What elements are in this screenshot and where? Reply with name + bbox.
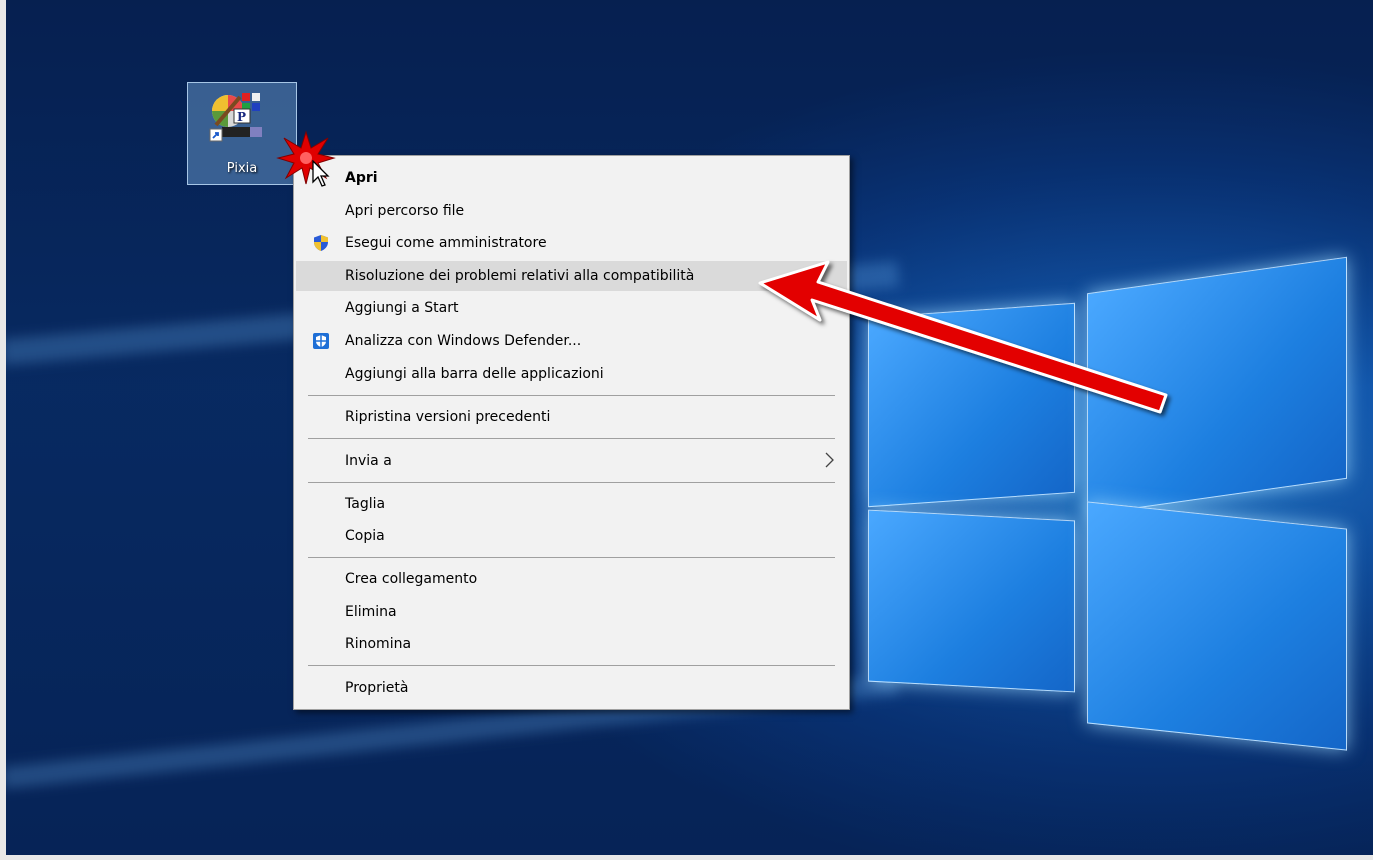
logo-pane-bottom-left: [868, 509, 1075, 693]
menu-item-crea-collegamento[interactable]: Crea collegamento: [296, 564, 847, 594]
logo-pane-bottom-right: [1087, 501, 1347, 751]
menu-item-label: Esegui come amministratore: [345, 235, 547, 251]
menu-item-label: Aggiungi a Start: [345, 300, 459, 316]
menu-item-aggiungi-barra-applicazioni[interactable]: Aggiungi alla barra delle applicazioni: [296, 359, 847, 389]
menu-item-label: Aggiungi alla barra delle applicazioni: [345, 366, 604, 382]
mouse-cursor-icon: [312, 160, 330, 187]
menu-item-label: Crea collegamento: [345, 571, 478, 587]
menu-item-invia-a[interactable]: Invia a: [296, 446, 847, 476]
pixia-app-icon: P: [209, 93, 262, 142]
menu-separator: [308, 665, 835, 666]
context-menu: Apri Apri percorso file Esegui come ammi…: [293, 155, 850, 710]
menu-item-label: Apri: [345, 170, 378, 186]
menu-item-label: Proprietà: [345, 680, 409, 696]
menu-item-taglia[interactable]: Taglia: [296, 489, 847, 519]
menu-item-ripristina-versioni-precedenti[interactable]: Ripristina versioni precedenti: [296, 402, 847, 432]
menu-item-label: Apri percorso file: [345, 203, 465, 219]
menu-separator: [308, 395, 835, 396]
menu-item-label: Analizza con Windows Defender...: [345, 333, 582, 349]
desktop-screen: P Pixia Apri Apri percorso file Esegui c…: [0, 0, 1373, 860]
uac-shield-icon: [314, 235, 328, 251]
menu-separator: [308, 482, 835, 483]
menu-item-esegui-come-amministratore[interactable]: Esegui come amministratore: [296, 228, 847, 258]
menu-item-risoluzione-compatibilita[interactable]: Risoluzione dei problemi relativi alla c…: [296, 261, 847, 291]
logo-pane-top-left: [868, 302, 1075, 508]
chevron-right-icon: [825, 452, 834, 468]
menu-item-apri-percorso-file[interactable]: Apri percorso file: [296, 196, 847, 226]
menu-item-label: Risoluzione dei problemi relativi alla c…: [345, 268, 695, 284]
menu-item-copia[interactable]: Copia: [296, 521, 847, 551]
screen-frame: [0, 855, 1373, 860]
menu-item-label: Invia a: [345, 453, 392, 469]
menu-item-analizza-windows-defender[interactable]: Analizza con Windows Defender...: [296, 326, 847, 356]
logo-pane-top-right: [1087, 256, 1347, 516]
menu-item-label: Taglia: [345, 496, 386, 512]
menu-item-label: Ripristina versioni precedenti: [345, 409, 551, 425]
svg-text:P: P: [237, 110, 246, 124]
windows-defender-icon: [313, 333, 329, 349]
menu-item-label: Elimina: [345, 604, 397, 620]
menu-item-proprieta[interactable]: Proprietà: [296, 673, 847, 703]
menu-item-apri[interactable]: Apri: [296, 163, 847, 193]
menu-item-rinomina[interactable]: Rinomina: [296, 629, 847, 659]
menu-item-elimina[interactable]: Elimina: [296, 597, 847, 627]
menu-separator: [308, 438, 835, 439]
menu-item-label: Copia: [345, 528, 385, 544]
menu-item-aggiungi-a-start[interactable]: Aggiungi a Start: [296, 293, 847, 323]
menu-item-label: Rinomina: [345, 636, 412, 652]
screen-frame: [0, 0, 6, 860]
menu-separator: [308, 557, 835, 558]
